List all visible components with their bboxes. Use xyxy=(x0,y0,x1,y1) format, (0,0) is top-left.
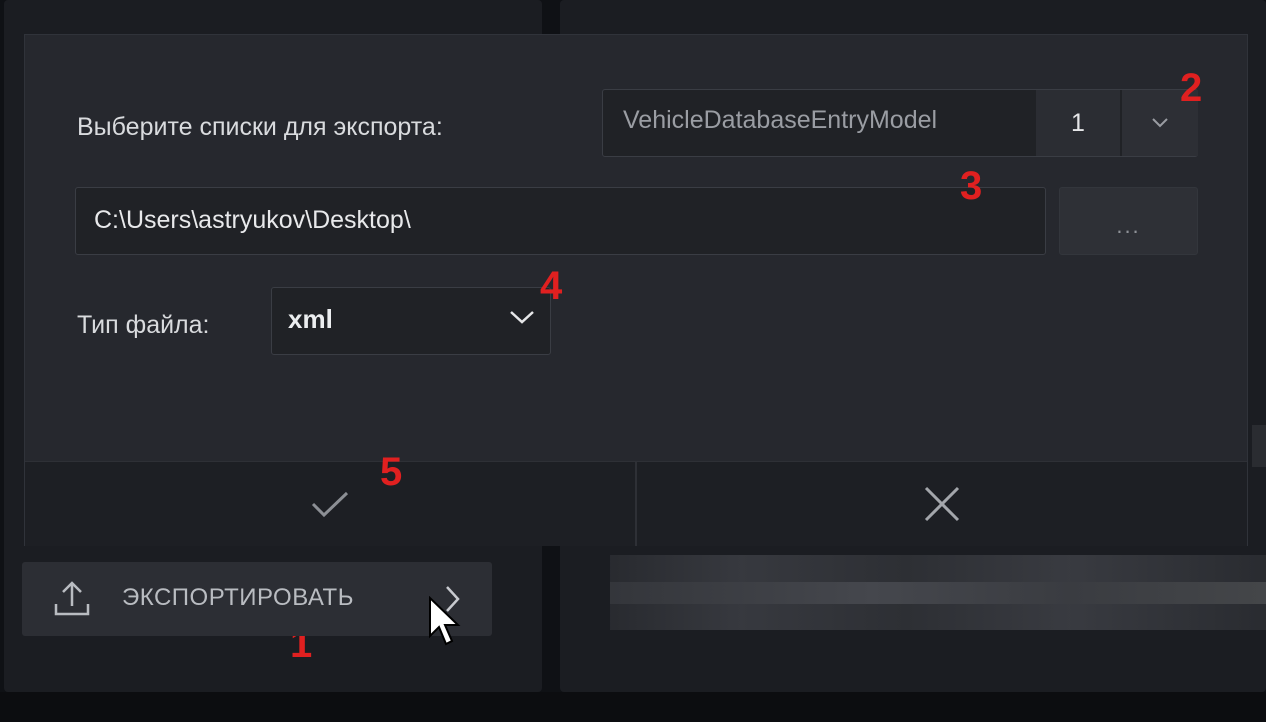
lists-selected-count: 1 xyxy=(1036,90,1120,156)
export-button-label: ЭКСПОРТИРОВАТЬ xyxy=(122,584,354,611)
check-icon xyxy=(311,491,349,518)
browse-button[interactable]: ... xyxy=(1059,187,1198,255)
dialog-footer xyxy=(25,461,1247,546)
lists-multiselect[interactable]: VehicleDatabaseEntryModel 1 xyxy=(602,89,1198,157)
export-path-value: C:\Users\astryukov\Desktop\ xyxy=(94,206,411,234)
annotation-marker-4: 4 xyxy=(540,264,563,308)
file-type-label: Тип файла: xyxy=(77,311,210,339)
bottom-strip xyxy=(0,692,1266,722)
annotation-marker-3: 3 xyxy=(960,164,983,208)
side-scroll-edge xyxy=(1252,425,1266,467)
file-type-select[interactable]: xml xyxy=(271,287,551,355)
confirm-button[interactable] xyxy=(25,462,635,546)
cancel-button[interactable] xyxy=(637,462,1247,546)
upload-icon xyxy=(54,581,90,616)
annotation-marker-5: 5 xyxy=(380,450,403,494)
annotation-marker-2: 2 xyxy=(1180,66,1203,110)
lists-label: Выберите списки для экспорта: xyxy=(77,113,443,141)
export-button[interactable]: ЭКСПОРТИРОВАТЬ xyxy=(22,562,492,636)
export-path-input[interactable]: C:\Users\astryukov\Desktop\ xyxy=(75,187,1046,255)
mouse-cursor-icon xyxy=(429,596,461,646)
file-type-value: xml xyxy=(288,304,333,334)
chevron-down-icon xyxy=(1152,118,1168,128)
export-dialog: Выберите списки для экспорта: VehicleDat… xyxy=(24,34,1248,546)
chevron-down-icon xyxy=(510,311,534,324)
lists-selected-value: VehicleDatabaseEntryModel xyxy=(623,106,938,134)
close-icon xyxy=(924,486,960,522)
pixelated-content-row xyxy=(610,582,1266,604)
